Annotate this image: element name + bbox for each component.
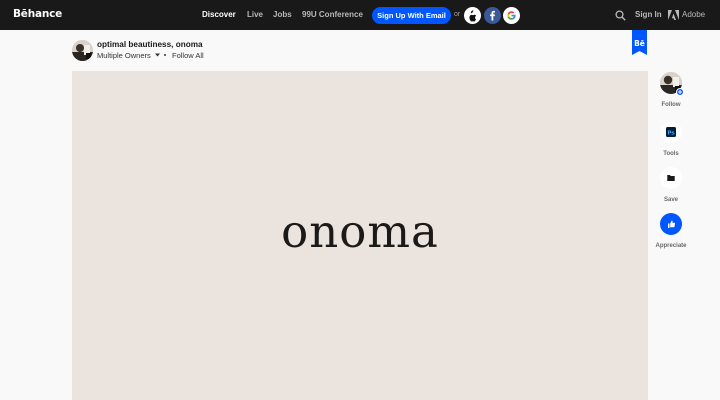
save-action[interactable]: Save [657,167,685,205]
nav-99u-conference[interactable]: 99U Conference [302,10,363,19]
chevron-down-icon[interactable] [155,53,160,57]
save-button[interactable] [660,167,682,189]
apple-signin-button[interactable] [464,7,481,24]
nav-discover[interactable]: Discover [202,10,236,19]
appreciate-button[interactable] [660,213,682,235]
owner-avatar[interactable] [72,40,93,61]
photoshop-icon: Ps [666,127,676,137]
project-cover-image[interactable]: onoma [72,71,648,400]
separator-dot [164,54,166,56]
top-nav: Bēhance Discover Live Jobs 99U Conferenc… [0,0,720,30]
or-separator: or [454,11,461,18]
behance-ribbon[interactable]: Bē [632,30,647,55]
multiple-owners-dropdown[interactable]: Multiple Owners [97,51,151,60]
sign-in-link[interactable]: Sign In [635,10,662,19]
follow-label: Follow [661,102,681,108]
nav-jobs[interactable]: Jobs [273,10,292,19]
tools-button[interactable]: Ps [660,121,682,143]
sign-up-email-button[interactable]: Sign Up With Email [372,7,451,24]
follow-all-link[interactable]: Follow All [172,51,204,60]
ribbon-label: Bē [634,39,645,48]
google-signin-button[interactable] [503,7,520,24]
owner-avatar-image [72,40,93,61]
adobe-logo-icon [668,10,679,20]
folder-icon [667,175,675,181]
tools-action[interactable]: Ps Tools [657,121,685,159]
photoshop-badge-text: Ps [667,130,675,136]
thumbs-up-icon [668,220,676,228]
behance-logo[interactable]: Bēhance [13,8,62,20]
tools-label: Tools [663,151,679,157]
apple-icon [469,10,477,22]
facebook-icon [490,10,495,21]
appreciate-action[interactable]: Appreciate [655,213,687,251]
appreciate-label: Appreciate [655,243,687,249]
follow-action[interactable]: Follow [657,72,685,112]
facebook-signin-button[interactable] [484,7,501,24]
google-icon [507,11,516,20]
nav-live[interactable]: Live [247,10,263,19]
adobe-label: Adobe [682,10,706,19]
search-icon[interactable] [615,10,626,21]
cover-wordmark: onoma [281,205,439,258]
save-label: Save [663,197,678,203]
project-title: optimal beautiness, onoma [97,40,203,49]
